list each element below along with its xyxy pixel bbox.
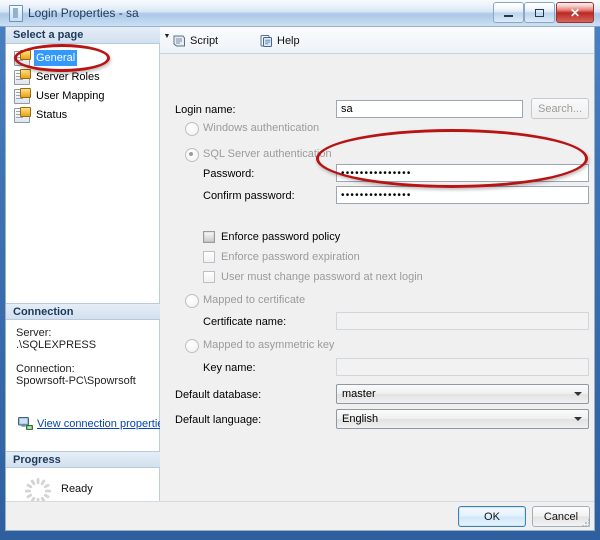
login-name-label: Login name: <box>175 104 236 116</box>
password-label: Password: <box>203 168 255 180</box>
certificate-name-label: Certificate name: <box>203 316 287 328</box>
default-language-label: Default language: <box>175 414 262 426</box>
default-language-value: English <box>342 413 379 425</box>
key-name-input[interactable] <box>336 358 589 376</box>
server-value: .\SQLEXPRESS <box>16 339 97 351</box>
confirm-password-label: Confirm password: <box>203 190 295 202</box>
default-database-value: master <box>342 388 376 400</box>
chevron-down-icon <box>574 392 582 396</box>
default-language-combobox[interactable]: English <box>336 409 589 429</box>
mapped-to-asymmetric-key-label: Mapped to asymmetric key <box>203 339 335 351</box>
sidebar-item-label: General <box>34 50 78 66</box>
login-name-input[interactable]: sa <box>336 100 523 118</box>
server-caption: Server: <box>16 327 52 339</box>
script-label: Script <box>190 34 219 47</box>
sidebar-item-status[interactable]: Status <box>14 106 69 123</box>
cancel-button-label: Cancel <box>543 510 579 523</box>
dialog-client-area: Select a page General Server Roles User … <box>5 26 595 531</box>
default-database-label: Default database: <box>175 389 262 401</box>
connection-caption: Connection: <box>16 363 75 375</box>
sql-server-authentication-label: SQL Server authentication <box>203 148 332 160</box>
windows-authentication-label: Windows authentication <box>203 122 320 134</box>
windows-authentication-radio[interactable] <box>185 122 199 136</box>
help-icon <box>260 34 272 47</box>
progress-status: Ready <box>61 483 93 495</box>
user-must-change-password-checkbox[interactable] <box>203 271 215 283</box>
enforce-password-policy-checkbox[interactable] <box>203 231 215 243</box>
window-title: Login Properties - sa <box>28 6 139 20</box>
enforce-password-expiration-label: Enforce password expiration <box>221 251 360 263</box>
network-computer-icon <box>18 417 33 430</box>
sidebar-item-label: User Mapping <box>36 90 105 102</box>
sidebar-item-general[interactable]: General <box>14 49 78 66</box>
password-input[interactable]: ••••••••••••••• <box>336 164 589 182</box>
help-button[interactable]: Help <box>255 31 304 50</box>
right-pane: Script ▼ Help Login name: sa Search... W… <box>160 27 594 501</box>
mapped-to-certificate-radio[interactable] <box>185 294 199 308</box>
minimize-button[interactable] <box>493 2 524 23</box>
minimize-icon <box>494 3 523 22</box>
sidebar-item-user-mapping[interactable]: User Mapping <box>14 87 106 104</box>
page-icon <box>14 87 31 104</box>
default-database-combobox[interactable]: master <box>336 384 589 404</box>
view-connection-properties-link[interactable]: View connection properties <box>37 418 169 430</box>
page-icon <box>14 68 31 85</box>
ok-button-label: OK <box>484 510 500 523</box>
close-icon: ✕ <box>569 5 581 20</box>
maximize-icon <box>525 3 554 22</box>
script-button[interactable]: Script <box>168 31 222 50</box>
login-properties-window: Login Properties - sa ✕ Select a page Ge… <box>0 0 600 540</box>
sidebar-item-server-roles[interactable]: Server Roles <box>14 68 102 85</box>
sidebar-item-label: Status <box>36 109 68 121</box>
progress-header: Progress <box>6 451 160 468</box>
page-icon <box>14 49 31 66</box>
enforce-password-policy-label: Enforce password policy <box>221 231 341 243</box>
document-icon <box>9 5 23 22</box>
key-name-label: Key name: <box>203 362 256 374</box>
select-a-page-header: Select a page <box>6 27 160 44</box>
user-must-change-password-label: User must change password at next login <box>221 271 423 283</box>
resize-grip-icon[interactable] <box>579 516 591 528</box>
general-page-form: Login name: sa Search... Windows authent… <box>160 54 594 501</box>
script-icon <box>173 35 185 46</box>
connection-header: Connection <box>6 303 160 320</box>
certificate-name-input[interactable] <box>336 312 589 330</box>
enforce-password-expiration-checkbox[interactable] <box>203 251 215 263</box>
mapped-to-asymmetric-key-radio[interactable] <box>185 339 199 353</box>
title-bar[interactable]: Login Properties - sa ✕ <box>0 0 600 27</box>
mapped-to-certificate-label: Mapped to certificate <box>203 294 306 306</box>
page-icon <box>14 106 31 123</box>
sidebar-item-label: Server Roles <box>36 71 100 83</box>
chevron-down-icon <box>574 417 582 421</box>
maximize-button[interactable] <box>524 2 555 23</box>
confirm-password-input[interactable]: ••••••••••••••• <box>336 186 589 204</box>
left-pane: Select a page General Server Roles User … <box>6 27 169 504</box>
connection-value: Spowrsoft-PC\Spowrsoft <box>16 375 136 387</box>
toolbar: Script ▼ Help <box>160 27 594 54</box>
close-button[interactable]: ✕ <box>556 2 594 23</box>
ok-button[interactable]: OK <box>458 506 526 527</box>
dialog-button-bar: OK Cancel <box>6 501 594 530</box>
search-button[interactable]: Search... <box>531 98 589 119</box>
help-label: Help <box>277 34 300 47</box>
sql-server-authentication-radio[interactable] <box>185 148 199 162</box>
search-button-label: Search... <box>537 102 583 115</box>
